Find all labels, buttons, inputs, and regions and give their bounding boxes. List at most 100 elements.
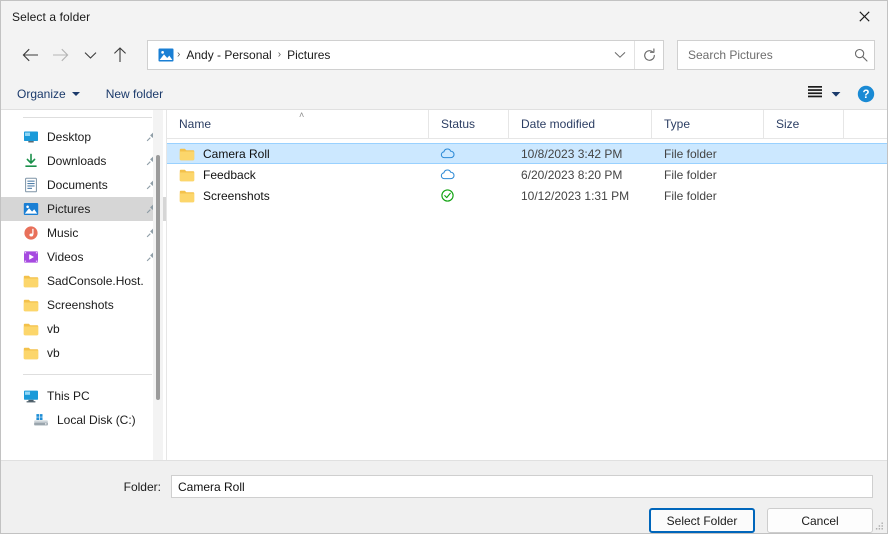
folder-icon <box>23 321 39 337</box>
navigation-sidebar[interactable]: Desktop <box>1 110 167 460</box>
sidebar-scrollbar[interactable] <box>153 110 163 460</box>
file-name-cell: Screenshots <box>167 188 429 204</box>
chevron-down-icon <box>831 87 841 101</box>
sidebar-item-music[interactable]: Music <box>1 221 166 245</box>
status-cell <box>429 146 509 162</box>
column-header-label: Type <box>664 117 690 131</box>
file-name: Camera Roll <box>203 147 270 161</box>
column-header-date-modified[interactable]: Date modified <box>509 110 652 138</box>
sidebar-item-label: Music <box>47 226 142 240</box>
sidebar-item-label: Pictures <box>47 202 142 216</box>
sidebar-item-downloads[interactable]: Downloads <box>1 149 166 173</box>
dialog-footer: Folder: Camera Roll Select Folder Cancel <box>1 460 887 533</box>
breadcrumb-item-0[interactable]: Andy - Personal <box>181 48 276 62</box>
column-header-label: Date modified <box>521 117 595 131</box>
folder-field-row: Folder: Camera Roll <box>1 461 887 498</box>
up-button[interactable] <box>105 40 135 70</box>
folder-input[interactable]: Camera Roll <box>171 475 873 498</box>
column-headers: ˄ Name Status Date modified Type Size <box>167 110 887 139</box>
sidebar-scrollbar-thumb[interactable] <box>156 155 160 400</box>
breadcrumb-item-1[interactable]: Pictures <box>282 48 335 62</box>
forward-button[interactable] <box>45 40 75 70</box>
column-header-label: Size <box>776 117 799 131</box>
table-row[interactable]: Screenshots 10/12/2023 1:31 PM File fold… <box>167 185 887 206</box>
organize-button[interactable]: Organize <box>17 87 80 101</box>
resize-grip[interactable] <box>874 520 884 530</box>
documents-icon <box>23 177 39 193</box>
sidebar-item-desktop[interactable]: Desktop <box>1 125 166 149</box>
refresh-icon <box>642 48 657 63</box>
downloads-icon <box>23 153 39 169</box>
select-folder-dialog: Select a folder <box>0 0 888 534</box>
date-modified-cell: 6/20/2023 8:20 PM <box>509 168 652 182</box>
arrow-left-icon <box>22 48 39 62</box>
sidebar-divider <box>23 117 152 118</box>
file-list-pane: ˄ Name Status Date modified Type Size <box>167 110 887 460</box>
sidebar-item-vb-1[interactable]: vb <box>1 317 166 341</box>
sort-indicator-icon: ˄ <box>299 111 304 120</box>
file-name: Feedback <box>203 168 256 182</box>
sidebar-list: Desktop <box>1 117 166 432</box>
arrow-right-icon <box>52 48 69 62</box>
dialog-buttons: Select Folder Cancel <box>1 498 887 533</box>
folder-icon <box>179 167 195 183</box>
type-cell: File folder <box>652 189 764 203</box>
column-header-name[interactable]: Name <box>167 110 429 138</box>
sidebar-item-label: Videos <box>47 250 142 264</box>
search-box[interactable]: Search Pictures <box>677 40 875 70</box>
desktop-icon <box>23 129 39 145</box>
cloud-icon <box>439 146 455 162</box>
folder-icon <box>23 297 39 313</box>
sidebar-item-this-pc[interactable]: This PC <box>1 384 166 408</box>
change-view-button[interactable] <box>807 85 841 102</box>
sidebar-item-vb-2[interactable]: vb <box>1 341 166 365</box>
sidebar-item-label: vb <box>47 346 158 360</box>
date-modified-cell: 10/12/2023 1:31 PM <box>509 189 652 203</box>
folder-icon <box>23 345 39 361</box>
column-header-type[interactable]: Type <box>652 110 764 138</box>
previous-locations-button[interactable] <box>606 41 634 69</box>
sidebar-item-videos[interactable]: Videos <box>1 245 166 269</box>
address-bar[interactable]: › Andy - Personal › Pictures <box>147 40 664 70</box>
column-header-status[interactable]: Status <box>429 110 509 138</box>
sidebar-item-label: SadConsole.Host. <box>47 274 158 288</box>
sidebar-item-local-disk-c[interactable]: Local Disk (C:) <box>1 408 166 432</box>
select-folder-button[interactable]: Select Folder <box>649 508 755 533</box>
sidebar-item-screenshots[interactable]: Screenshots <box>1 293 166 317</box>
table-row[interactable]: Camera Roll 10/8/2023 3:42 PM File folde… <box>167 143 887 164</box>
file-list[interactable]: Camera Roll 10/8/2023 3:42 PM File folde… <box>167 139 887 460</box>
sidebar-item-label: vb <box>47 322 158 336</box>
type-cell: File folder <box>652 168 764 182</box>
sidebar-item-label: Documents <box>47 178 142 192</box>
back-button[interactable] <box>15 40 45 70</box>
sidebar-item-pictures[interactable]: Pictures <box>1 197 166 221</box>
recent-locations-button[interactable] <box>75 40 105 70</box>
sidebar-item-label: This PC <box>47 389 158 403</box>
table-row[interactable]: Feedback 6/20/2023 8:20 PM File folder <box>167 164 887 185</box>
help-button[interactable]: ? <box>857 85 875 103</box>
chevron-down-icon <box>72 92 80 96</box>
status-cell <box>429 167 509 183</box>
check-circle-icon <box>439 188 455 204</box>
column-header-size[interactable]: Size <box>764 110 844 138</box>
file-name: Screenshots <box>203 189 270 203</box>
sidebar-item-label: Screenshots <box>47 298 158 312</box>
new-folder-button[interactable]: New folder <box>106 87 163 101</box>
sidebar-divider <box>23 374 152 375</box>
sidebar-item-sadconsole-host[interactable]: SadConsole.Host. <box>1 269 166 293</box>
title-bar: Select a folder <box>1 1 887 32</box>
cloud-icon <box>439 167 455 183</box>
folder-icon <box>179 146 195 162</box>
arrow-up-icon <box>113 47 127 63</box>
videos-icon <box>23 249 39 265</box>
folder-label: Folder: <box>1 480 171 494</box>
close-button[interactable] <box>842 1 887 32</box>
refresh-button[interactable] <box>635 41 663 69</box>
sidebar-item-label: Local Disk (C:) <box>57 413 158 427</box>
music-icon <box>23 225 39 241</box>
search-input[interactable]: Search Pictures <box>678 48 848 62</box>
cancel-button[interactable]: Cancel <box>767 508 873 533</box>
chevron-down-icon <box>614 51 626 59</box>
sidebar-item-documents[interactable]: Documents <box>1 173 166 197</box>
folder-icon <box>179 188 195 204</box>
